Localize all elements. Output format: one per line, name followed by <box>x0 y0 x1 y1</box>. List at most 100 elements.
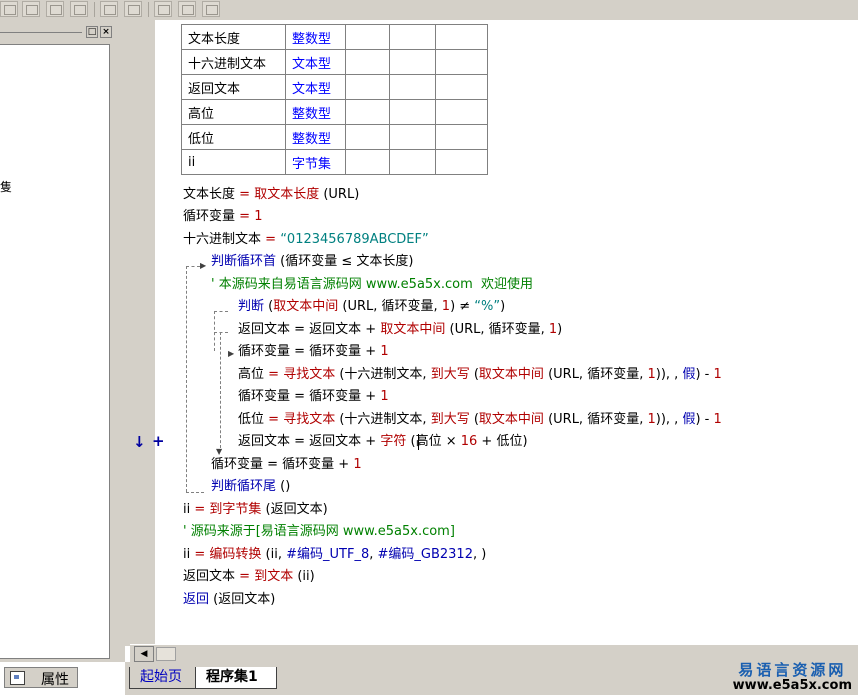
empty-cell[interactable] <box>435 49 488 75</box>
empty-cell[interactable] <box>389 49 436 75</box>
code-token: ) - <box>695 412 714 427</box>
code-line[interactable]: ' 本源码来自易语言源码网 www.e5a5x.com 欢迎使用 <box>211 275 533 295</box>
site-watermark: 易语言资源网 www.e5a5x.com <box>733 659 852 693</box>
code-token: = <box>235 209 255 224</box>
var-type-cell[interactable]: 整数型 <box>285 124 346 150</box>
code-line[interactable]: 判断 (取文本中间 (URL, 循环变量, 1) ≠ “%”) <box>238 297 505 317</box>
loop-flow-line <box>186 492 204 493</box>
empty-cell[interactable] <box>345 149 390 175</box>
code-line[interactable]: 返回文本 = 到文本 (ii) <box>183 567 315 587</box>
code-line[interactable]: ii = 到字节集 (返回文本) <box>183 500 328 520</box>
properties-tab[interactable]: 属性 <box>4 667 78 688</box>
code-line[interactable]: ' 源码来源于[易语言源码网 www.e5a5x.com] <box>183 522 455 542</box>
empty-cell[interactable] <box>435 24 488 50</box>
var-type-cell[interactable]: 字节集 <box>285 149 346 175</box>
equal-width-icon[interactable] <box>100 1 118 17</box>
var-type-cell[interactable]: 文本型 <box>285 74 346 100</box>
empty-cell[interactable] <box>345 74 390 100</box>
panel-splitter[interactable] <box>110 44 125 659</box>
code-line[interactable]: 十六进制文本 = “0123456789ABCDEF” <box>183 230 429 250</box>
code-token: , ) <box>472 547 487 562</box>
editor-margin <box>125 20 155 646</box>
scroll-left-icon[interactable]: ◀ <box>134 646 154 662</box>
project-tree[interactable]: 隻 <box>0 44 110 659</box>
code-token: = 循环变量 + <box>290 389 381 404</box>
code-line[interactable]: 低位 = 寻找文本 (十六进制文本, 到大写 (取文本中间 (URL, 循环变量… <box>238 410 722 430</box>
code-token: 1 <box>548 322 558 337</box>
code-line[interactable]: 循环变量 = 循环变量 + 1 <box>211 455 362 475</box>
panel-close-button[interactable]: × <box>100 26 112 38</box>
empty-cell[interactable] <box>435 99 488 125</box>
empty-cell[interactable] <box>389 124 436 150</box>
align-top-icon[interactable] <box>46 1 64 17</box>
align-left-icon[interactable] <box>0 1 18 17</box>
code-token: (URL) <box>319 187 360 202</box>
panel-minimize-button[interactable]: □ <box>86 26 98 38</box>
var-name-cell[interactable]: 高位 <box>181 99 286 125</box>
code-token: ' 源码来源于[易语言源码网 www.e5a5x.com] <box>183 524 455 539</box>
code-token: 1 <box>441 299 451 314</box>
equal-height-icon[interactable] <box>124 1 142 17</box>
empty-cell[interactable] <box>389 149 436 175</box>
table-row[interactable]: 文本长度 整数型 <box>181 24 488 50</box>
code-line[interactable]: 循环变量 = 1 <box>183 207 262 227</box>
table-row[interactable]: 十六进制文本 文本型 <box>181 49 488 75</box>
code-line[interactable]: 文本长度 = 取文本长度 (URL) <box>183 185 359 205</box>
code-line[interactable]: ii = 编码转换 (ii, #编码_UTF_8, #编码_GB2312, ) <box>183 545 486 565</box>
align-middle-icon[interactable] <box>70 1 88 17</box>
tab-program-set-1[interactable]: 程序集1 <box>195 667 277 689</box>
table-row[interactable]: 高位 整数型 <box>181 99 488 125</box>
code-line[interactable]: 返回文本 = 返回文本 + 字符 (高位 × 16 + 低位) <box>238 432 528 452</box>
code-line[interactable]: 返回 (返回文本) <box>183 590 275 610</box>
flow-arrow-icon: ▶ <box>228 349 235 358</box>
center-vertical-icon[interactable] <box>178 1 196 17</box>
code-token: 取文本中间 <box>478 367 544 382</box>
table-row[interactable]: 低位 整数型 <box>181 124 488 150</box>
code-token: (URL, 循环变量, <box>338 299 442 314</box>
tab-start-page[interactable]: 起始页 <box>129 667 197 689</box>
empty-cell[interactable] <box>389 74 436 100</box>
empty-cell[interactable] <box>345 49 390 75</box>
empty-cell[interactable] <box>345 99 390 125</box>
code-line[interactable]: 判断循环尾 () <box>211 477 290 497</box>
code-token: 1 <box>713 412 722 427</box>
table-row[interactable]: 返回文本 文本型 <box>181 74 488 100</box>
empty-cell[interactable] <box>435 149 488 175</box>
code-line[interactable]: 判断循环首 (循环变量 ≤ 文本长度) <box>211 252 413 272</box>
code-line[interactable]: 高位 = 寻找文本 (十六进制文本, 到大写 (取文本中间 (URL, 循环变量… <box>238 365 722 385</box>
code-token: ( <box>469 367 479 382</box>
code-editor[interactable]: 文本长度 整数型 十六进制文本 文本型 返回文本 文本型 高位 整数型 低位 整数型 ii… <box>175 20 858 646</box>
code-line[interactable]: 返回文本 = 返回文本 + 取文本中间 (URL, 循环变量, 1) <box>238 320 562 340</box>
var-name-cell[interactable]: 十六进制文本 <box>181 49 286 75</box>
code-line[interactable]: 循环变量 = 循环变量 + 1 <box>238 342 389 362</box>
empty-cell[interactable] <box>435 74 488 100</box>
var-name-cell[interactable]: 返回文本 <box>181 74 286 100</box>
code-line[interactable]: 循环变量 = 循环变量 + 1 <box>238 387 389 407</box>
tree-item-text[interactable]: 隻 <box>0 178 12 195</box>
table-row[interactable]: ii 字节集 <box>181 149 488 175</box>
empty-cell[interactable] <box>389 24 436 50</box>
code-token: 返回文本 <box>238 322 291 337</box>
expand-plus-icon[interactable]: + <box>152 432 165 450</box>
empty-cell[interactable] <box>345 124 390 150</box>
var-type-cell[interactable]: 整数型 <box>285 24 346 50</box>
empty-cell[interactable] <box>389 99 436 125</box>
center-both-icon[interactable] <box>202 1 220 17</box>
var-type-cell[interactable]: 文本型 <box>285 49 346 75</box>
var-type-cell[interactable]: 整数型 <box>285 99 346 125</box>
breakpoint-arrow-icon[interactable]: ↓ <box>133 433 146 451</box>
empty-cell[interactable] <box>435 124 488 150</box>
scroll-thumb[interactable] <box>156 647 176 661</box>
var-name-cell[interactable]: ii <box>181 149 286 175</box>
code-token: 返回文本 <box>238 434 291 449</box>
else-flow-line <box>220 332 221 448</box>
center-horizontal-icon[interactable] <box>154 1 172 17</box>
code-token: = <box>235 187 255 202</box>
code-token: 16 <box>460 434 478 449</box>
empty-cell[interactable] <box>345 24 390 50</box>
var-name-cell[interactable]: 文本长度 <box>181 24 286 50</box>
code-token: 返回 <box>183 592 210 607</box>
align-center-icon[interactable] <box>22 1 40 17</box>
code-token: 寻找文本 <box>283 412 336 427</box>
var-name-cell[interactable]: 低位 <box>181 124 286 150</box>
